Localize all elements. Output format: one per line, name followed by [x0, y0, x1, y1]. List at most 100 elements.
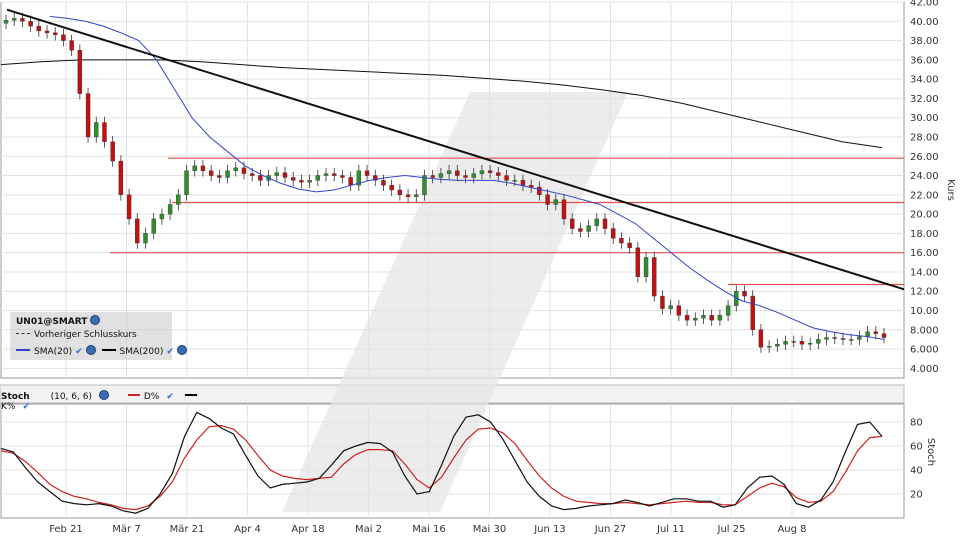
candle-body: [479, 170, 485, 174]
candle-body: [348, 177, 353, 186]
candle-body: [414, 194, 419, 197]
candle-body: [389, 184, 394, 191]
y-tick-label: 32.00: [910, 94, 939, 105]
x-tick-label: Mai 16: [412, 524, 445, 535]
candle-body: [676, 305, 682, 316]
candle-body: [660, 295, 665, 309]
y-tick-label: 18.00: [910, 229, 939, 240]
x-tick-label: Mai 2: [355, 524, 382, 535]
candle-body: [53, 32, 58, 35]
candle-body: [422, 175, 427, 196]
candle-body: [758, 329, 764, 348]
candle-body: [520, 180, 526, 186]
candle-body: [586, 225, 591, 232]
chart-window: 4.000 6.000 8.000 10.00 12.00 14.00 16.00 18.00…: [0, 0, 960, 540]
candle-body: [881, 333, 887, 338]
globe-icon[interactable]: [85, 345, 96, 355]
check-icon[interactable]: ✔: [166, 347, 174, 357]
chart-legend: UN01@SMART Vorheriger Schlusskurs SMA(20…: [10, 312, 187, 360]
candle-body: [766, 345, 772, 348]
y-tick-label: 14.00: [910, 267, 939, 278]
k-line-icon: [184, 394, 197, 396]
candle-body: [693, 318, 698, 321]
candle-body: [652, 257, 657, 297]
candle-body: [225, 170, 230, 178]
x-tick-label: Mär 7: [112, 524, 140, 535]
candle-body: [545, 194, 550, 205]
check-icon[interactable]: ✔: [166, 392, 174, 402]
y-tick-label: 22.00: [910, 190, 939, 201]
y-tick-label: 40.00: [910, 17, 939, 28]
candle-body: [110, 141, 115, 162]
legend-symbol: UN01@SMART: [16, 315, 101, 327]
candle-body: [709, 315, 714, 321]
candle-body: [69, 40, 74, 51]
candle-body: [44, 30, 50, 34]
d-line-icon: [127, 394, 140, 396]
candle-body: [471, 173, 476, 178]
legend-sma200-label: SMA(200): [119, 347, 164, 357]
dashed-line-icon: [16, 333, 30, 334]
candle-body: [61, 34, 66, 41]
candle-body: [602, 218, 608, 229]
globe-icon[interactable]: [90, 315, 101, 325]
candle-body: [118, 160, 124, 196]
y-axis-title: Kurs: [945, 179, 956, 201]
candle-body: [20, 18, 25, 22]
stoch-y-tick-label: 40: [910, 466, 923, 477]
candle-body: [315, 175, 321, 181]
candle-body: [290, 177, 296, 181]
y-tick-label: 38.00: [910, 36, 939, 47]
stoch-header: Stoch (10, 6, 6) D% ✔ K% ✔: [1, 390, 201, 412]
candle-body: [537, 186, 542, 196]
candle-body: [167, 204, 173, 215]
candle-body: [405, 194, 411, 197]
price-chart: 4.000 6.000 8.000 10.00 12.00 14.00 16.00 18.00…: [0, 0, 956, 535]
candle-body: [332, 173, 337, 176]
candle-body: [249, 173, 255, 176]
y-tick-label: 42.00: [910, 0, 939, 9]
candle-body: [611, 228, 616, 239]
globe-icon[interactable]: [176, 345, 187, 355]
y-tick-label: 12.00: [910, 287, 939, 298]
check-icon[interactable]: ✔: [22, 402, 30, 412]
candle-body: [627, 242, 632, 249]
y-tick-label: 28.00: [910, 132, 939, 143]
globe-icon[interactable]: [98, 390, 109, 400]
candle-body: [102, 122, 107, 142]
stoch-k-label: K%: [1, 402, 16, 412]
candle-body: [94, 122, 99, 138]
stoch-params: (10, 6, 6): [50, 392, 92, 402]
y-tick-label: 16.00: [910, 248, 939, 259]
candle-body: [397, 189, 403, 196]
candle-body: [307, 180, 312, 183]
stoch-title: Stoch: [1, 392, 30, 402]
x-tick-label: Aug 8: [777, 524, 806, 535]
candle-body: [824, 337, 829, 340]
candle-body: [840, 338, 846, 340]
candle-body: [200, 165, 206, 171]
candle-body: [258, 175, 263, 181]
x-tick-label: Feb 21: [49, 524, 83, 535]
candle-body: [233, 167, 238, 171]
candle-body: [791, 341, 796, 343]
candle-body: [217, 175, 222, 178]
x-tick-label: Mai 30: [473, 524, 506, 535]
candle-body: [455, 170, 460, 176]
legend-prev-label: Vorheriger Schlusskurs: [34, 330, 137, 340]
candle-body: [364, 170, 370, 176]
check-icon[interactable]: ✔: [75, 347, 83, 357]
y-tick-label: 4.000: [910, 364, 939, 375]
candle-body: [873, 331, 878, 334]
legend-sma20-label: SMA(20): [34, 347, 73, 357]
candle-body: [832, 337, 837, 339]
y-tick-label: 20.00: [910, 210, 939, 221]
candle-body: [446, 170, 452, 174]
y-tick-label: 8.000: [910, 325, 939, 336]
candle-body: [184, 170, 189, 196]
candle-body: [750, 295, 755, 330]
candle-body: [487, 170, 493, 173]
candle-body: [512, 180, 517, 182]
candle-body: [725, 305, 731, 316]
candle-body: [848, 339, 854, 341]
